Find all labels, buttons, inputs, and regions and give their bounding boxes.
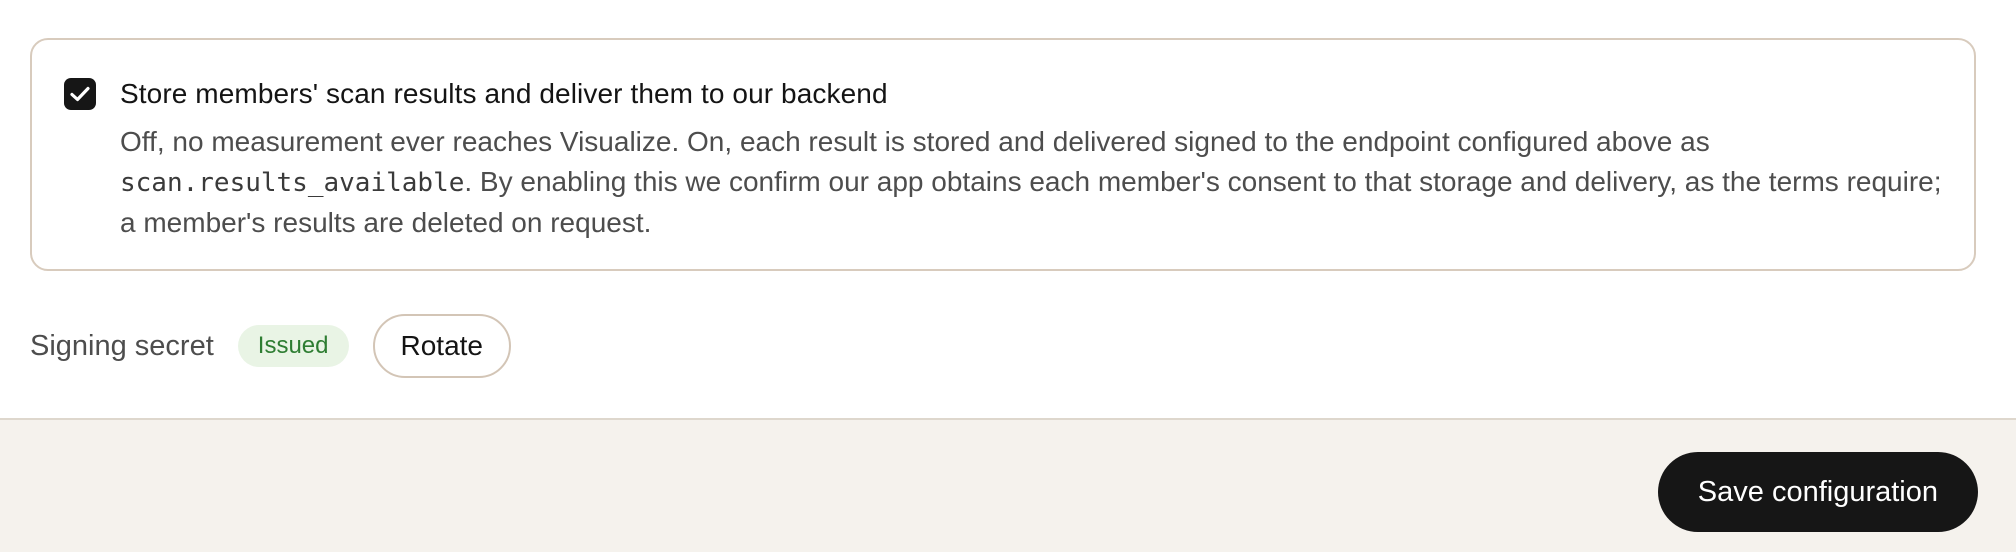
signing-secret-label: Signing secret: [30, 329, 214, 362]
check-icon: [70, 86, 90, 102]
consent-title: Store members' scan results and deliver …: [120, 78, 888, 109]
webhook-settings-page: Store members' scan results and deliver …: [0, 0, 2016, 552]
status-badge: Issued: [237, 325, 349, 367]
consent-card: Store members' scan results and deliver …: [30, 38, 1976, 271]
rotate-button[interactable]: Rotate: [372, 314, 511, 378]
settings-content: Store members' scan results and deliver …: [0, 0, 2016, 418]
footer-bar: Save configuration: [0, 418, 2016, 552]
store-results-checkbox[interactable]: [64, 78, 96, 110]
consent-description-part-1: Off, no measurement ever reaches Visuali…: [120, 126, 1710, 157]
signing-secret-row: Signing secret Issued Rotate: [30, 314, 511, 378]
save-configuration-button[interactable]: Save configuration: [1657, 452, 1978, 532]
event-name-code: scan.results_available: [120, 168, 465, 198]
consent-description: Off, no measurement ever reaches Visuali…: [120, 122, 1950, 243]
